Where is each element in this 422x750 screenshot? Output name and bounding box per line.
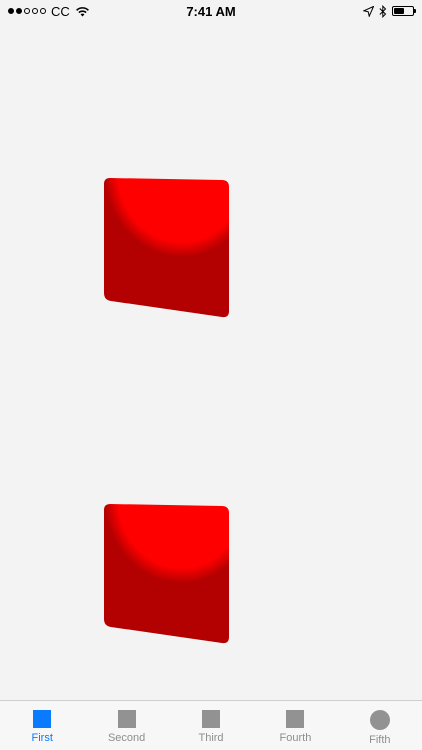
red-tile-bottom [104, 504, 230, 644]
status-time: 7:41 AM [186, 3, 236, 19]
status-right [284, 4, 416, 18]
square-icon [202, 710, 221, 728]
carrier-label: CC [51, 3, 70, 19]
tab-third[interactable]: Third [169, 701, 253, 750]
location-arrow-icon [363, 5, 374, 17]
app-screen: CC 7:41 AM First Second Third Fourth Fif… [0, 0, 422, 750]
battery-icon [392, 6, 416, 16]
wifi-icon [75, 6, 89, 16]
tab-label: Fifth [369, 734, 391, 746]
tab-label: Third [198, 732, 224, 744]
signal-strength-icon [8, 8, 46, 14]
tab-bar: First Second Third Fourth Fifth [0, 700, 422, 750]
square-icon [33, 710, 52, 728]
tab-first[interactable]: First [0, 701, 84, 750]
circle-icon [369, 710, 390, 730]
tab-second[interactable]: Second [84, 701, 168, 750]
tab-label: Second [107, 732, 146, 744]
tab-fourth[interactable]: Fourth [253, 701, 337, 750]
tab-label: First [31, 732, 53, 744]
square-icon [117, 710, 136, 728]
tab-label: Fourth [279, 732, 312, 744]
status-bar: CC 7:41 AM [0, 0, 422, 22]
red-tile-top [104, 178, 230, 318]
square-icon [286, 710, 305, 728]
tab-fifth[interactable]: Fifth [338, 701, 422, 750]
battery-level-fill [394, 8, 404, 14]
status-left: CC [8, 4, 138, 19]
bluetooth-icon [379, 4, 387, 18]
